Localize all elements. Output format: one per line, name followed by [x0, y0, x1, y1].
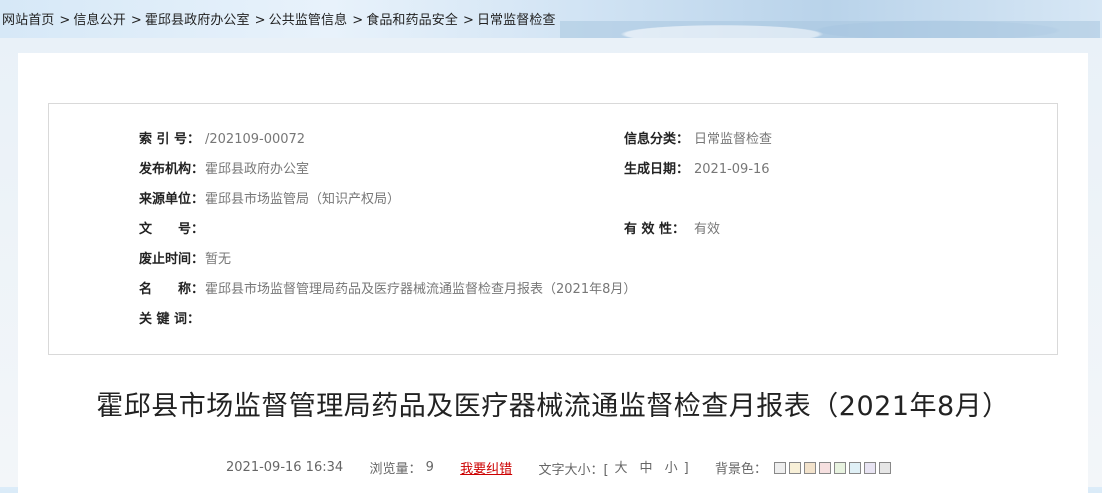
meta-validity-label: 有 效 性：: [624, 222, 686, 237]
meta-source-label: 来源单位：: [139, 192, 205, 207]
breadcrumb-county-office[interactable]: 霍邱县政府办公室: [145, 13, 250, 28]
bgcolor-swatch-5[interactable]: [834, 461, 847, 474]
breadcrumb-separator: >: [352, 13, 364, 28]
meta-publisher-value: 霍邱县政府办公室: [205, 162, 310, 177]
font-size-small-button[interactable]: 小: [665, 461, 678, 476]
meta-category-value: 日常监督检查: [694, 132, 773, 147]
meta-repeal-row: 废止时间：暂无: [139, 251, 231, 269]
meta-publisher-row: 发布机构：霍邱县政府办公室: [139, 161, 309, 179]
meta-repeal-label: 废止时间：: [139, 252, 205, 267]
meta-source-value: 霍邱县市场监管局（知识产权局）: [205, 192, 401, 207]
meta-repeal-value: 暂无: [205, 252, 232, 267]
breadcrumb-separator: >: [254, 13, 266, 28]
bgcolor-swatch-2[interactable]: [789, 461, 802, 474]
bgcolor-swatch-7[interactable]: [864, 461, 877, 474]
breadcrumb: 网站首页 > 信息公开 > 霍邱县政府办公室 > 公共监管信息 > 食品和药品安全 > 日常监督检查: [2, 9, 556, 28]
font-size-control: 文字大小：[ 大中小]: [538, 461, 692, 478]
metadata-table: 索 引 号：/202109-00072 信息分类： 日常监督检查 发布机构：霍邱县…: [48, 103, 1058, 355]
meta-validity-value: 有效: [694, 222, 721, 237]
meta-docno-row: 文 号：: [139, 221, 205, 239]
bgcolor-swatch-3[interactable]: [804, 461, 817, 474]
meta-keywords-label: 关 键 词：: [139, 312, 201, 327]
meta-publisher-label: 发布机构：: [139, 162, 205, 177]
breadcrumb-info-public[interactable]: 信息公开: [73, 13, 125, 28]
bgcolor-swatch-8[interactable]: [879, 461, 892, 474]
meta-source-row: 来源单位：霍邱县市场监管局（知识产权局）: [139, 191, 400, 209]
views-label: 浏览量：: [369, 462, 422, 477]
bgcolor-swatches: [771, 460, 892, 475]
meta-docno-label: 文 号：: [139, 222, 205, 237]
meta-category-row: 信息分类： 日常监督检查: [624, 131, 772, 149]
breadcrumb-daily-inspection[interactable]: 日常监督检查: [477, 13, 556, 28]
correction-link[interactable]: 我要纠错: [460, 462, 512, 477]
meta-date-value: 2021-09-16: [694, 162, 770, 177]
article-title: 霍邱县市场监督管理局药品及医疗器械流通监督检查月报表（2021年8月）: [96, 391, 1010, 422]
bgcolor-label: 背景色：: [714, 462, 767, 477]
meta-name-row: 名 称：霍邱县市场监督管理局药品及医疗器械流通监督检查月报表（2021年8月）: [139, 281, 636, 299]
meta-index-row: 索 引 号： /202109-00072: [139, 131, 305, 149]
views-count: 9: [425, 460, 434, 475]
breadcrumb-separator: >: [59, 13, 71, 28]
bgcolor-swatch-6[interactable]: [849, 461, 862, 474]
article-datetime: 2021-09-16 16:34: [226, 460, 344, 475]
font-size-large-button[interactable]: 大: [615, 461, 628, 476]
font-size-medium-button[interactable]: 中: [640, 461, 653, 476]
font-size-label: 文字大小：[: [538, 463, 609, 478]
meta-category-label: 信息分类：: [624, 132, 690, 147]
meta-index-label: 索 引 号：: [139, 132, 201, 147]
header-banner-decoration: [560, 0, 1100, 38]
breadcrumb-home[interactable]: 网站首页: [2, 13, 54, 28]
breadcrumb-public-supervision[interactable]: 公共监管信息: [269, 13, 348, 28]
breadcrumb-separator: >: [130, 13, 142, 28]
meta-name-label: 名 称：: [139, 282, 205, 297]
meta-date-label: 生成日期：: [624, 162, 690, 177]
meta-name-value: 霍邱县市场监督管理局药品及医疗器械流通监督检查月报表（2021年8月）: [205, 282, 637, 297]
meta-keywords-row: 关 键 词：: [139, 311, 205, 329]
breadcrumb-separator: >: [462, 13, 474, 28]
breadcrumb-food-drug-safety[interactable]: 食品和药品安全: [366, 13, 458, 28]
meta-validity-row: 有 效 性： 有效: [624, 221, 720, 239]
bgcolor-swatch-1[interactable]: [774, 461, 787, 474]
meta-index-value: /202109-00072: [205, 132, 306, 147]
article-info-bar: 2021-09-16 16:34 浏览量： 9 我要纠错 文字大小：[大中小] …: [226, 457, 892, 478]
content-card: 索 引 号：/202109-00072 信息分类： 日常监督检查 发布机构：霍邱县…: [18, 53, 1088, 493]
bgcolor-swatch-4[interactable]: [819, 461, 832, 474]
font-size-end: ]: [683, 461, 689, 476]
meta-date-row: 生成日期： 2021-09-16: [624, 161, 770, 179]
breadcrumb-bar: 网站首页 > 信息公开 > 霍邱县政府办公室 > 公共监管信息 > 食品和药品安全 > 日常监督检查: [0, 0, 1102, 38]
